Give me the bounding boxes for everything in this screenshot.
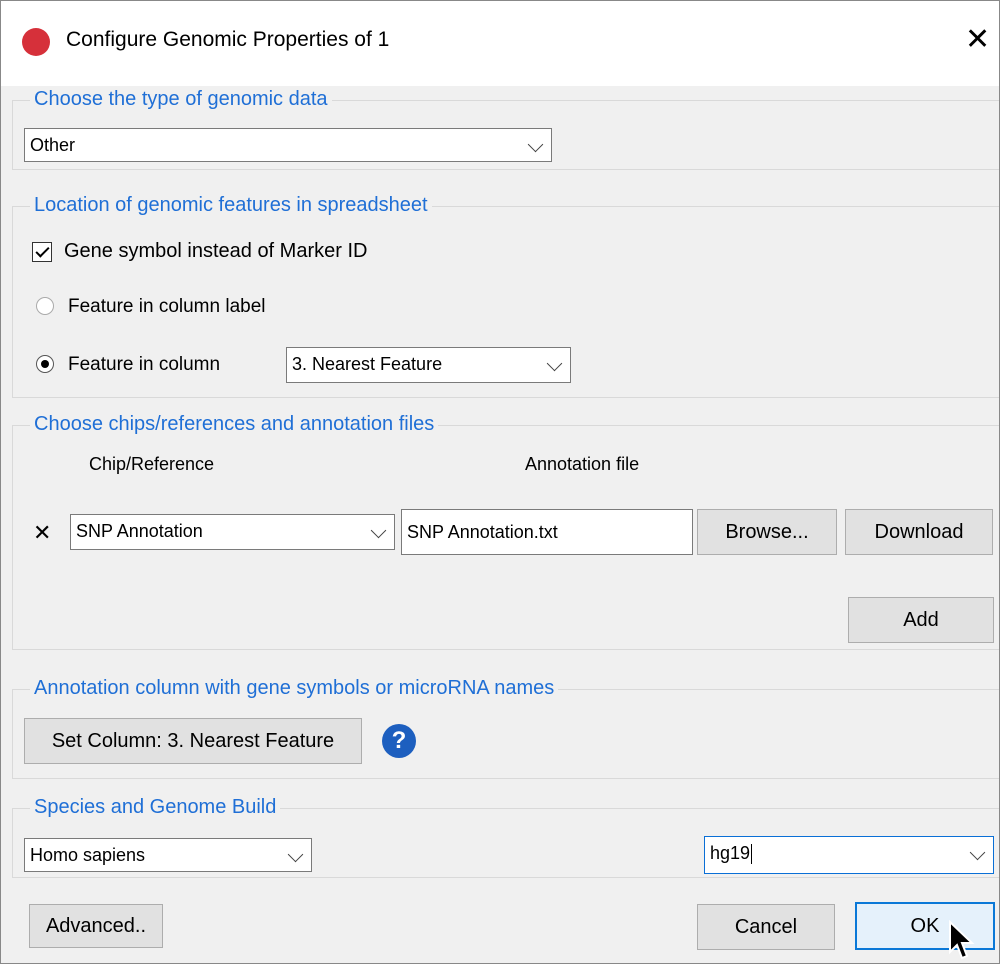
close-icon[interactable]: ✕ (965, 22, 990, 57)
window-title: Configure Genomic Properties of 1 (66, 28, 390, 51)
gene-symbol-checkbox[interactable] (32, 242, 52, 262)
annotation-column-header: Annotation file (525, 454, 640, 474)
chevron-down-icon (370, 522, 387, 539)
species-select[interactable]: Homo sapiens (24, 838, 312, 872)
chip-reference-value: SNP Annotation (76, 521, 203, 541)
genome-build-value: hg19 (710, 843, 751, 863)
location-legend: Location of genomic features in spreadsh… (30, 194, 432, 217)
remove-chip-icon[interactable]: ✕ (33, 520, 51, 546)
feature-column-option: Feature in column (68, 354, 221, 375)
genomic-type-value: Other (30, 135, 76, 155)
feature-label-option: Feature in column label (68, 296, 266, 317)
chip-reference-select[interactable]: SNP Annotation (70, 514, 395, 550)
genome-build-select[interactable]: hg19 (704, 836, 994, 874)
add-button[interactable]: Add (848, 597, 994, 643)
help-icon[interactable]: ? (382, 724, 416, 758)
set-column-button[interactable]: Set Column: 3. Nearest Feature (24, 718, 362, 764)
annotation-file-value: SNP Annotation.txt (407, 522, 558, 542)
chevron-down-icon (527, 136, 544, 153)
cancel-button[interactable]: Cancel (697, 904, 835, 950)
annotation-file-input[interactable]: SNP Annotation.txt (401, 509, 693, 555)
genomic-type-legend: Choose the type of genomic data (30, 88, 332, 111)
advanced-button[interactable]: Advanced.. (29, 904, 163, 948)
feature-label-radio[interactable] (36, 297, 54, 315)
annotation-column-legend: Annotation column with gene symbols or m… (30, 677, 559, 700)
feature-column-radio[interactable] (36, 355, 54, 373)
browse-button[interactable]: Browse... (697, 509, 837, 555)
chevron-down-icon (287, 846, 304, 863)
feature-column-select[interactable]: 3. Nearest Feature (286, 347, 571, 383)
feature-column-value: 3. Nearest Feature (292, 354, 443, 374)
gene-symbol-label: Gene symbol instead of Marker ID (64, 240, 368, 262)
genomic-type-select[interactable]: Other (24, 128, 552, 162)
app-logo-icon (22, 28, 50, 56)
chip-column-header: Chip/Reference (89, 454, 215, 474)
species-value: Homo sapiens (30, 845, 146, 865)
chips-legend: Choose chips/references and annotation f… (30, 413, 439, 436)
species-legend: Species and Genome Build (30, 796, 281, 819)
text-caret (751, 844, 753, 865)
download-button[interactable]: Download (845, 509, 993, 555)
chevron-down-icon (546, 355, 563, 372)
chevron-down-icon (969, 844, 986, 861)
